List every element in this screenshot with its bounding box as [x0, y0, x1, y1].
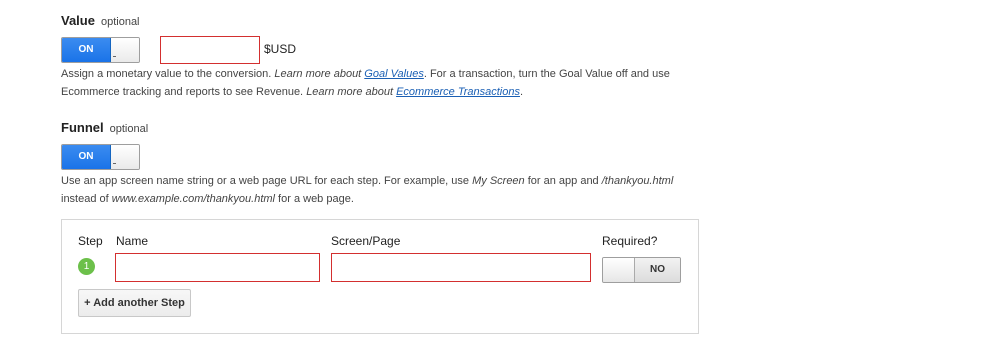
value-title: Value — [61, 13, 95, 28]
step-screen-page-input[interactable] — [331, 253, 591, 282]
funnel-optional-label: optional — [109, 123, 149, 135]
step-column-header: Step — [78, 234, 103, 248]
add-another-step-button[interactable]: + Add another Step — [78, 289, 191, 317]
value-section-title: Value optional — [61, 13, 140, 28]
value-toggle-on-label: ON — [62, 38, 111, 62]
funnel-toggle-knob — [111, 145, 139, 169]
value-toggle[interactable]: ON — [61, 37, 140, 63]
funnel-help-example-2: /thankyou.html — [601, 175, 674, 187]
value-help-text-2: . For a transaction, turn the Goal Value… — [423, 68, 670, 80]
funnel-help-example-1: My Screen — [472, 175, 525, 187]
value-help-text-3: Ecommerce tracking and reports to see Re… — [61, 86, 307, 98]
goal-value-input[interactable] — [160, 36, 260, 64]
funnel-help-text-4: for a web page. — [275, 193, 354, 205]
step-name-input[interactable] — [115, 253, 320, 282]
funnel-help-text: Use an app screen name string or a web p… — [61, 172, 701, 208]
funnel-toggle[interactable]: ON — [61, 144, 140, 170]
funnel-title: Funnel — [61, 120, 104, 135]
required-toggle-knob — [603, 258, 635, 282]
currency-label: $USD — [264, 42, 297, 56]
funnel-help-text-3: instead of — [61, 193, 112, 205]
funnel-help-text-2: for an app and — [524, 175, 602, 187]
goal-values-link[interactable]: Goal Values — [364, 68, 424, 80]
funnel-help-text-1: Use an app screen name string or a web p… — [61, 175, 473, 187]
value-help-learn-more-1: Learn more about — [274, 68, 365, 80]
required-toggle-off-label: NO — [635, 258, 680, 282]
value-help-text: Assign a monetary value to the conversio… — [61, 65, 701, 101]
step-required-toggle[interactable]: NO — [602, 257, 681, 283]
value-help-learn-more-2: Learn more about — [306, 86, 397, 98]
value-toggle-knob — [111, 38, 139, 62]
ecommerce-transactions-link[interactable]: Ecommerce Transactions — [396, 86, 520, 98]
name-column-header: Name — [116, 234, 149, 248]
screen-page-column-header: Screen/Page — [331, 234, 401, 248]
funnel-section-title: Funnel optional — [61, 120, 148, 135]
value-help-text-1: Assign a monetary value to the conversio… — [61, 68, 275, 80]
funnel-toggle-on-label: ON — [62, 145, 111, 169]
required-column-header: Required? — [602, 234, 658, 248]
step-number-badge: 1 — [78, 258, 95, 275]
funnel-help-example-3: www.example.com/thankyou.html — [111, 193, 275, 205]
value-optional-label: optional — [100, 16, 140, 28]
value-help-period: . — [519, 86, 524, 98]
